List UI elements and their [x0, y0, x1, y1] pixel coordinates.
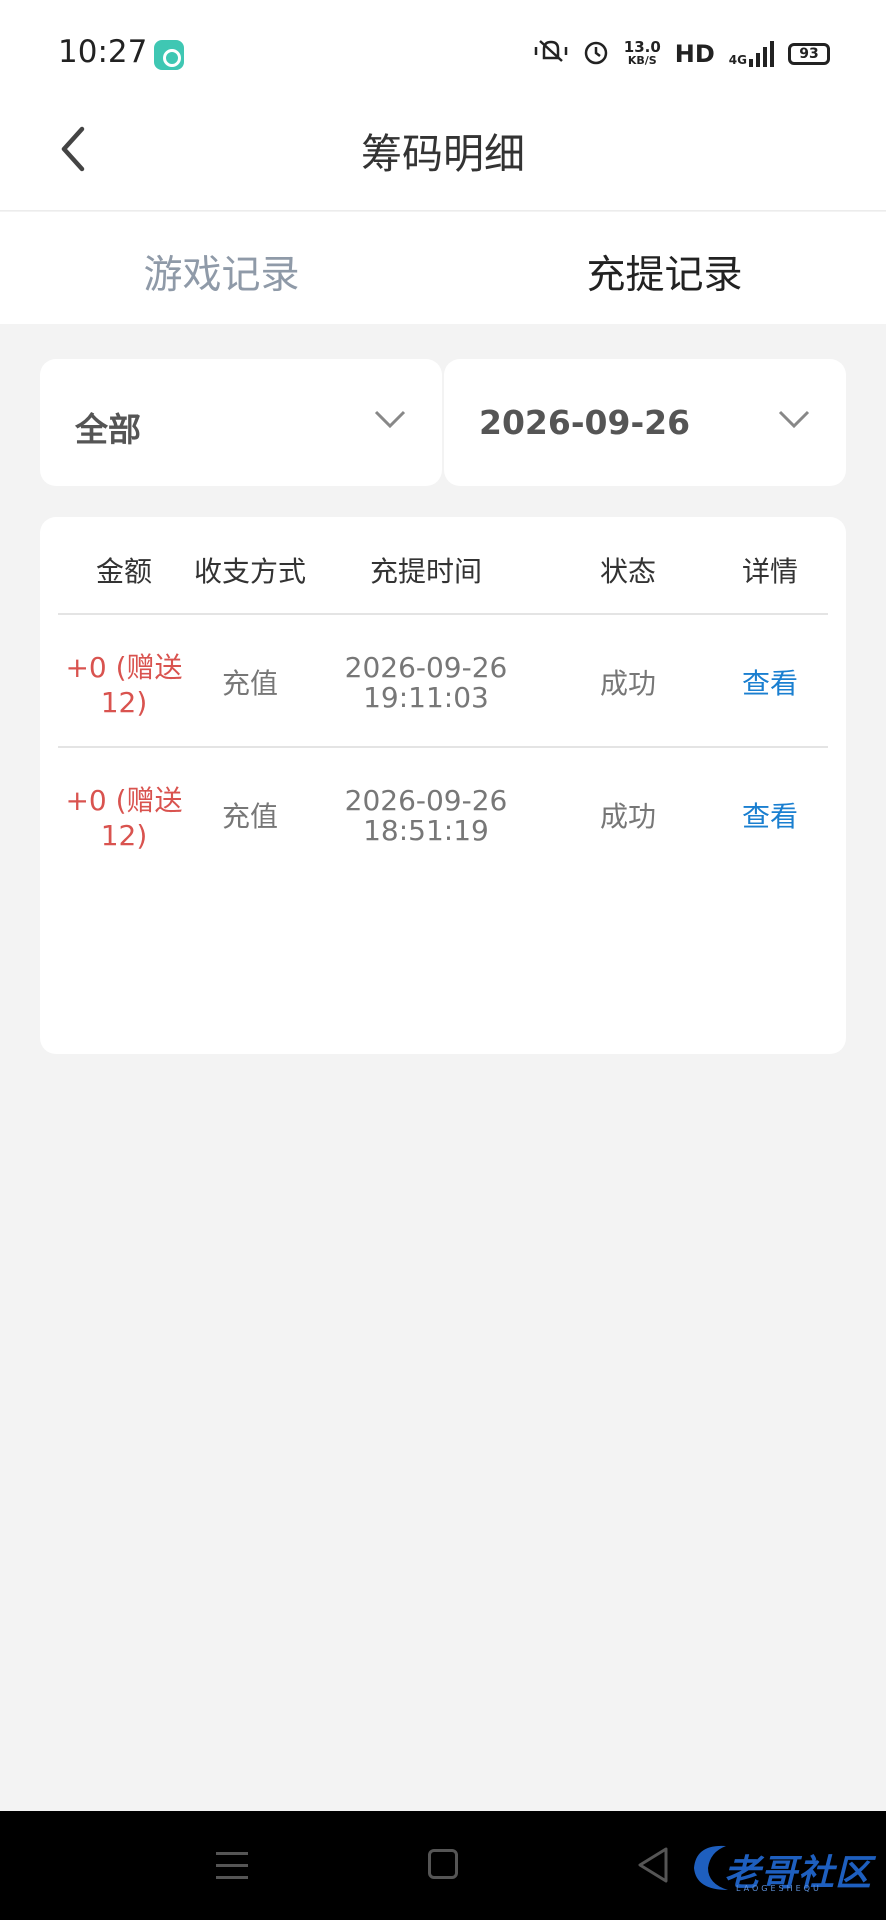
status-icons: 13.0 KB/S HD 4G 93 [534, 36, 830, 72]
alarm-icon [582, 38, 610, 70]
hd-indicator: HD [674, 40, 715, 68]
network-speed: 13.0 KB/S [624, 40, 661, 68]
amount-line: +0 (赠送 [65, 784, 183, 817]
time-cell: 2026-09-26 19:11:03 [336, 653, 516, 713]
divider [58, 613, 828, 615]
recent-apps-icon[interactable] [216, 1852, 248, 1880]
network-type: 4G [728, 53, 747, 67]
divider [58, 746, 828, 748]
view-detail-link[interactable]: 查看 [720, 666, 820, 701]
column-header-time: 充提时间 [369, 555, 482, 588]
column-header-status: 状态 [599, 555, 656, 588]
app-notification-icon [154, 40, 184, 70]
chevron-down-icon [374, 409, 406, 429]
nav-back-icon[interactable] [636, 1846, 670, 1884]
battery-icon: 93 [788, 43, 830, 65]
status-cell: 成功 [599, 800, 656, 833]
tab-deposit-withdraw-records[interactable]: 充提记录 [443, 244, 886, 300]
method-cell: 充值 [221, 800, 278, 833]
page-title: 筹码明细 [361, 130, 525, 178]
record-time: 19:11:03 [363, 681, 489, 714]
watermark-subtext: LAOGESHEQU [736, 1884, 822, 1893]
amount-cell: +0 (赠送 12) [58, 783, 190, 853]
cellular-signal-icon: 4G [729, 41, 774, 67]
chevron-down-icon [778, 409, 810, 429]
record-time: 18:51:19 [363, 814, 489, 847]
tab-game-records[interactable]: 游戏记录 [0, 244, 443, 300]
tab-bar: 游戏记录 充提记录 [0, 212, 886, 324]
status-cell: 成功 [599, 667, 656, 700]
vibrate-mute-icon [534, 38, 568, 70]
date-filter-dropdown[interactable]: 2026-09-26 [444, 359, 846, 486]
amount-cell: +0 (赠送 12) [58, 650, 190, 720]
column-header-method: 收支方式 [193, 555, 306, 588]
network-speed-value: 13.0 [623, 38, 661, 56]
column-header-detail: 详情 [741, 555, 798, 588]
watermark-logo: 老哥社区 LAOGESHEQU [686, 1838, 876, 1898]
status-bar: 10:27 13.0 KB/S HD 4G 93 [0, 0, 886, 105]
amount-line: +0 (赠送 [65, 651, 183, 684]
record-date: 2026-09-26 [344, 651, 508, 684]
date-filter-value: 2026-09-26 [479, 403, 691, 442]
view-detail-link[interactable]: 查看 [720, 799, 820, 834]
status-time: 10:27 [58, 34, 148, 70]
network-speed-unit: KB/S [627, 54, 657, 67]
type-filter-value: 全部 [75, 410, 141, 449]
home-icon[interactable] [428, 1849, 458, 1879]
method-cell: 充值 [221, 667, 278, 700]
type-filter-dropdown[interactable]: 全部 [40, 359, 442, 486]
amount-line: 12) [100, 686, 148, 719]
record-date: 2026-09-26 [344, 784, 508, 817]
time-cell: 2026-09-26 18:51:19 [336, 786, 516, 846]
amount-line: 12) [100, 819, 148, 852]
column-header-amount: 金额 [95, 555, 152, 588]
